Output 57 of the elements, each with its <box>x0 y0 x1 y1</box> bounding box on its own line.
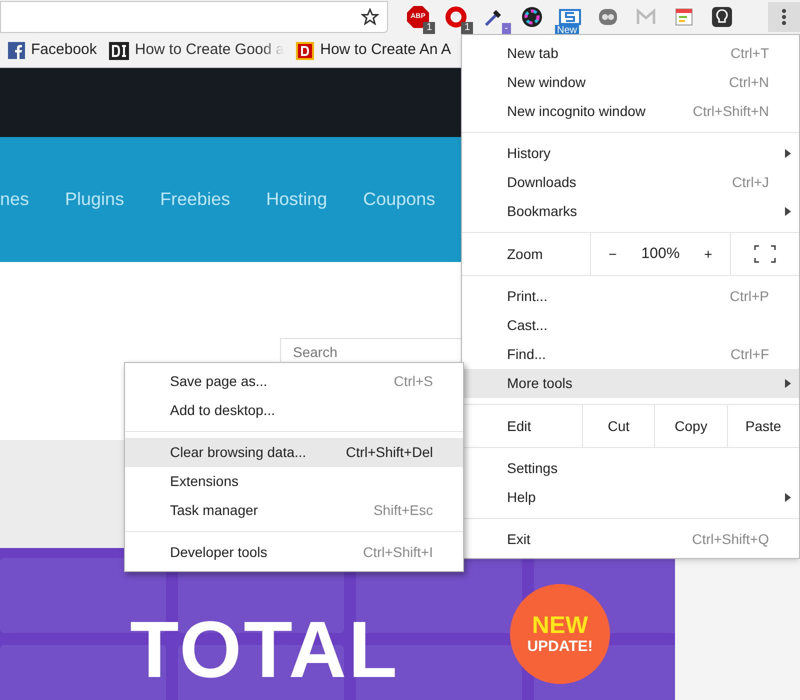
menu-label: Zoom <box>506 244 544 264</box>
letter-s-icon[interactable] <box>559 9 581 25</box>
shortcut-text: Ctrl+F <box>730 345 769 364</box>
menu-item[interactable]: Print... Ctrl+P <box>462 282 799 311</box>
menu-item[interactable]: Bookmarks <box>462 197 799 226</box>
menu-item[interactable]: Help <box>462 483 799 512</box>
menu-item[interactable]: Developer tools Ctrl+Shift+I <box>125 538 463 567</box>
shortcut-text: Ctrl+Shift+I <box>362 543 433 562</box>
zoom-in-button[interactable]: + <box>693 239 724 269</box>
menu-item[interactable]: New tab Ctrl+T <box>462 39 799 68</box>
letter-d-icon <box>296 42 314 60</box>
extension-badge: 1 <box>423 22 435 34</box>
menu-item[interactable]: Exit Ctrl+Shift+Q <box>462 525 799 554</box>
menu-item[interactable]: Downloads Ctrl+J <box>462 168 799 197</box>
bookmark-link[interactable]: How to Create An A <box>320 39 452 62</box>
bookmark-link[interactable]: Facebook <box>31 39 97 62</box>
shortcut-text: Shift+Esc <box>373 501 433 520</box>
ghost-icon[interactable] <box>597 6 619 28</box>
menu-item[interactable]: Clear browsing data... Ctrl+Shift+Del <box>125 438 463 467</box>
menu-button[interactable] <box>768 2 800 32</box>
zoom-out-button[interactable]: − <box>598 239 628 269</box>
menu-item[interactable]: New window Ctrl+N <box>462 68 799 97</box>
badge-text: UPDATE! <box>527 638 593 654</box>
menu-item[interactable]: Cast... <box>462 311 799 340</box>
fullscreen-icon[interactable] <box>754 245 776 263</box>
shortcut-text: Ctrl+P <box>730 287 769 306</box>
shortcut-text: Ctrl+T <box>730 44 769 63</box>
letter-d-icon <box>108 42 129 60</box>
badge-text: NEW <box>532 614 588 638</box>
submenu-arrow-icon <box>785 493 791 502</box>
shortcut-text: Ctrl+N <box>728 73 769 92</box>
shortcut-text: Ctrl+Shift+N <box>692 102 769 121</box>
menu-item[interactable]: More tools <box>462 369 799 398</box>
menu-item[interactable]: Task manager Shift+Esc <box>125 496 463 525</box>
menu-label: Edit <box>506 416 532 436</box>
menu-item[interactable]: Settings <box>462 454 799 483</box>
shortcut-text: Ctrl+Shift+Del <box>346 443 433 462</box>
star-icon[interactable] <box>361 8 379 26</box>
submenu-arrow-icon <box>785 149 791 158</box>
shortcut-text: Ctrl+J <box>732 173 769 192</box>
extension-badge: - <box>502 23 511 34</box>
menu-item[interactable]: New incognito window Ctrl+Shift+N <box>462 97 799 126</box>
menu-item[interactable]: History <box>462 139 799 168</box>
color-wheel-icon[interactable] <box>521 6 543 28</box>
three-dots-icon <box>781 8 787 26</box>
submenu-arrow-icon <box>785 379 791 388</box>
extension-badge: 1 <box>461 22 473 34</box>
menu-item[interactable]: Add to desktop... <box>125 396 463 425</box>
note-icon[interactable] <box>674 7 694 27</box>
menu-item[interactable]: Extensions <box>125 467 463 496</box>
shortcut-text: Ctrl+Shift+Q <box>692 530 769 549</box>
banner-title: TOTAL <box>130 610 400 690</box>
facebook-icon <box>8 42 25 59</box>
zoom-level: 100% <box>641 244 680 264</box>
submenu-arrow-icon <box>785 207 791 216</box>
ring-icon[interactable] <box>445 6 467 28</box>
lightbulb-icon[interactable] <box>711 6 733 28</box>
